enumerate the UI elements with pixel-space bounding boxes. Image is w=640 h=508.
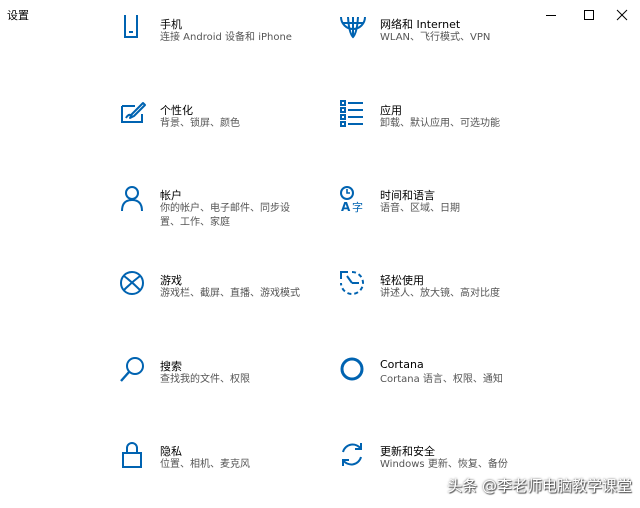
settings-item-accounts[interactable]: 帐户 你的帐户、电子邮件、同步设 置、工作、家庭 (119, 185, 319, 229)
settings-item-desc: 背景、锁屏、颜色 (160, 118, 240, 129)
xbox-icon (120, 271, 144, 295)
settings-item-desc: 卸载、默认应用、可选功能 (380, 118, 500, 129)
window-title: 设置 (7, 9, 29, 22)
settings-item-search[interactable]: 搜索 查找我的文件、权限 (119, 356, 319, 400)
settings-item-apps[interactable]: 应用 卸载、默认应用、可选功能 (339, 100, 539, 144)
title-bar: 设置 (0, 0, 640, 30)
settings-item-desc: WLAN、飞行模式、VPN (380, 32, 491, 43)
settings-item-desc: Cortana 语言、权限、通知 (380, 374, 503, 385)
settings-item-name: 搜索 (160, 360, 182, 373)
settings-item-name: 游戏 (160, 274, 182, 287)
minimize-icon (546, 15, 556, 16)
settings-item-name: 隐私 (160, 445, 182, 458)
settings-item-desc: 游戏栏、截屏、直播、游戏模式 (160, 288, 300, 299)
settings-item-name: Cortana (380, 358, 424, 371)
paint-brush-icon (121, 102, 146, 123)
settings-item-name: 更新和安全 (380, 445, 435, 458)
search-icon (120, 357, 144, 382)
settings-item-desc: Windows 更新、恢复、备份 (380, 459, 508, 470)
settings-item-cortana[interactable]: Cortana Cortana 语言、权限、通知 (339, 356, 539, 400)
lock-icon (122, 442, 142, 468)
settings-item-name: 网络和 Internet (380, 18, 461, 31)
settings-item-phone[interactable]: 手机 连接 Android 设备和 iPhone (119, 13, 319, 57)
cortana-icon (340, 357, 364, 381)
person-icon (121, 186, 143, 212)
settings-item-name: 手机 (160, 18, 182, 31)
close-button[interactable] (604, 0, 640, 30)
settings-item-time-language[interactable]: A 字 时间和语言 语音、区域、日期 (339, 185, 539, 229)
settings-item-name: 应用 (380, 104, 402, 117)
settings-item-desc: 讲述人、放大镜、高对比度 (380, 288, 500, 299)
settings-item-network[interactable]: 网络和 Internet WLAN、飞行模式、VPN (339, 13, 539, 57)
settings-item-desc: 连接 Android 设备和 iPhone (160, 32, 292, 43)
settings-item-ease-of-access[interactable]: 轻松使用 讲述人、放大镜、高对比度 (339, 270, 539, 314)
settings-item-desc: 查找我的文件、权限 (160, 374, 250, 385)
settings-item-gaming[interactable]: 游戏 游戏栏、截屏、直播、游戏模式 (119, 270, 319, 314)
settings-item-desc: 你的帐户、电子邮件、同步设 置、工作、家庭 (160, 203, 290, 228)
settings-item-name: 个性化 (160, 104, 193, 117)
app-list-icon (340, 100, 363, 127)
settings-item-name: 轻松使用 (380, 274, 424, 287)
svg-text:字: 字 (352, 200, 363, 213)
settings-item-desc: 语音、区域、日期 (380, 203, 460, 214)
settings-item-personalization[interactable]: 个性化 背景、锁屏、颜色 (119, 100, 319, 144)
time-language-icon: A 字 (340, 186, 363, 213)
watermark: 头条 @李老师电脑教学课堂 (447, 477, 632, 495)
settings-item-desc: 位置、相机、麦克风 (160, 459, 250, 470)
settings-item-name: 帐户 (160, 189, 182, 202)
maximize-icon (584, 10, 594, 20)
settings-item-privacy[interactable]: 隐私 位置、相机、麦克风 (119, 441, 319, 485)
phone-icon (124, 15, 138, 38)
refresh-icon (342, 443, 362, 466)
ease-of-access-icon (340, 271, 364, 295)
svg-text:A: A (341, 200, 351, 213)
settings-item-name: 时间和语言 (380, 189, 435, 202)
globe-icon (340, 16, 366, 39)
close-icon (616, 9, 628, 21)
